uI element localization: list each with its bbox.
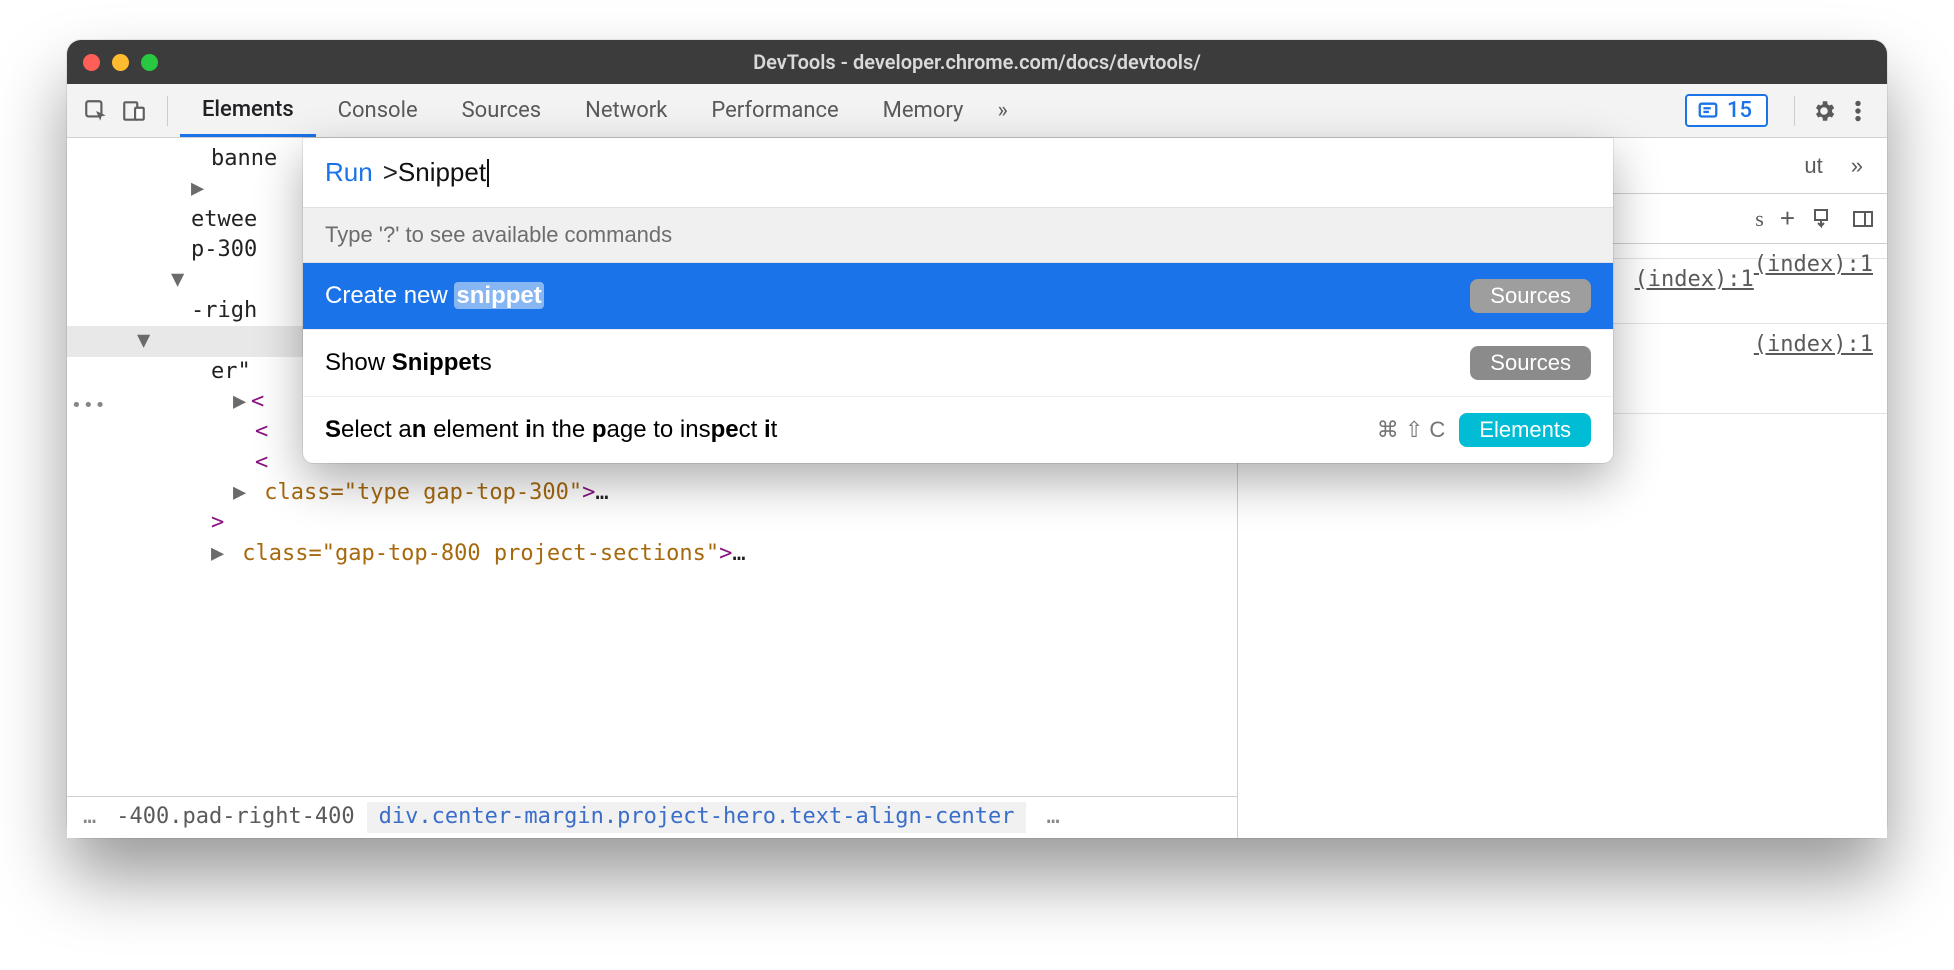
issues-badge[interactable]: 15: [1685, 94, 1768, 127]
dom-breadcrumb[interactable]: … -400.pad-right-400 div.center-margin.p…: [67, 796, 1237, 838]
close-window-button[interactable]: [83, 54, 100, 71]
command-menu-item[interactable]: Show Snippets Sources: [303, 330, 1613, 397]
command-menu-item[interactable]: Select an element in the page to inspect…: [303, 397, 1613, 463]
command-input-row[interactable]: Run > Snippet: [303, 138, 1613, 208]
dom-line[interactable]: ▶ class="type gap-top-300">…: [85, 478, 1237, 508]
command-menu: Run > Snippet Type '?' to see available …: [303, 138, 1613, 463]
tab-memory[interactable]: Memory: [861, 84, 986, 137]
rule-source-link[interactable]: (index):1: [1754, 252, 1873, 277]
devtools-window: DevTools - developer.chrome.com/docs/dev…: [67, 40, 1887, 838]
new-style-rule-icon[interactable]: +: [1780, 203, 1795, 234]
styles-cls-label[interactable]: s: [1755, 206, 1764, 232]
tab-performance[interactable]: Performance: [689, 84, 860, 137]
toolbar-divider: [1794, 96, 1795, 126]
tab-sources[interactable]: Sources: [440, 84, 564, 137]
dom-line[interactable]: ▶ class="gap-top-800 project-sections">…: [85, 539, 1237, 569]
toolbar-divider: [167, 96, 168, 126]
command-label: Create new snippet: [325, 282, 544, 310]
command-hint: Type '?' to see available commands: [303, 208, 1613, 263]
panel-tabs: Elements Console Sources Network Perform…: [180, 84, 1020, 137]
toggle-sidebar-icon[interactable]: [1851, 207, 1875, 231]
breadcrumb-crumb[interactable]: -400.pad-right-400: [104, 802, 366, 832]
command-label: Show Snippets: [325, 349, 492, 377]
tab-elements[interactable]: Elements: [180, 84, 316, 137]
command-query: Snippet: [398, 157, 486, 188]
rule-source-link[interactable]: (index):1: [1635, 267, 1754, 292]
rule-source-link[interactable]: (index):1: [1754, 332, 1873, 357]
command-shortcut: ⌘ ⇧ C: [1377, 417, 1446, 443]
dom-line[interactable]: >: [85, 508, 1237, 538]
format-icon[interactable]: [1811, 207, 1835, 231]
more-styles-tabs-icon[interactable]: »: [1839, 153, 1875, 179]
titlebar: DevTools - developer.chrome.com/docs/dev…: [67, 40, 1887, 84]
more-tabs-icon[interactable]: »: [985, 98, 1019, 123]
command-menu-item[interactable]: Create new snippet Sources: [303, 263, 1613, 330]
command-label: Select an element in the page to inspect…: [325, 416, 777, 444]
command-badge: Elements: [1459, 413, 1591, 447]
tab-console[interactable]: Console: [316, 84, 440, 137]
command-badge: Sources: [1470, 279, 1591, 313]
breadcrumb-overflow-right[interactable]: …: [1038, 802, 1067, 832]
device-toolbar-icon[interactable]: [117, 94, 151, 128]
main-split: ••• banne▶etweep-300▼-righ▼er"▶<<<▶ clas…: [67, 138, 1887, 838]
traffic-lights: [83, 54, 158, 71]
styles-tab-fragment[interactable]: ut: [1804, 153, 1822, 179]
inspect-element-icon[interactable]: [79, 94, 113, 128]
command-run-label: Run: [325, 157, 373, 188]
breadcrumb-crumb-active[interactable]: div.center-margin.project-hero.text-alig…: [367, 802, 1027, 832]
command-chevron: >: [383, 157, 398, 188]
overflow-dots-icon: •••: [71, 394, 107, 419]
zoom-window-button[interactable]: [141, 54, 158, 71]
text-cursor: [487, 159, 489, 187]
more-options-icon[interactable]: [1841, 98, 1875, 124]
command-badge: Sources: [1470, 346, 1591, 380]
issues-count: 15: [1727, 98, 1752, 123]
settings-gear-icon[interactable]: [1807, 98, 1841, 124]
window-title: DevTools - developer.chrome.com/docs/dev…: [67, 50, 1887, 74]
tab-network[interactable]: Network: [563, 84, 689, 137]
breadcrumb-overflow-left[interactable]: …: [75, 802, 104, 832]
minimize-window-button[interactable]: [112, 54, 129, 71]
main-toolbar: Elements Console Sources Network Perform…: [67, 84, 1887, 138]
